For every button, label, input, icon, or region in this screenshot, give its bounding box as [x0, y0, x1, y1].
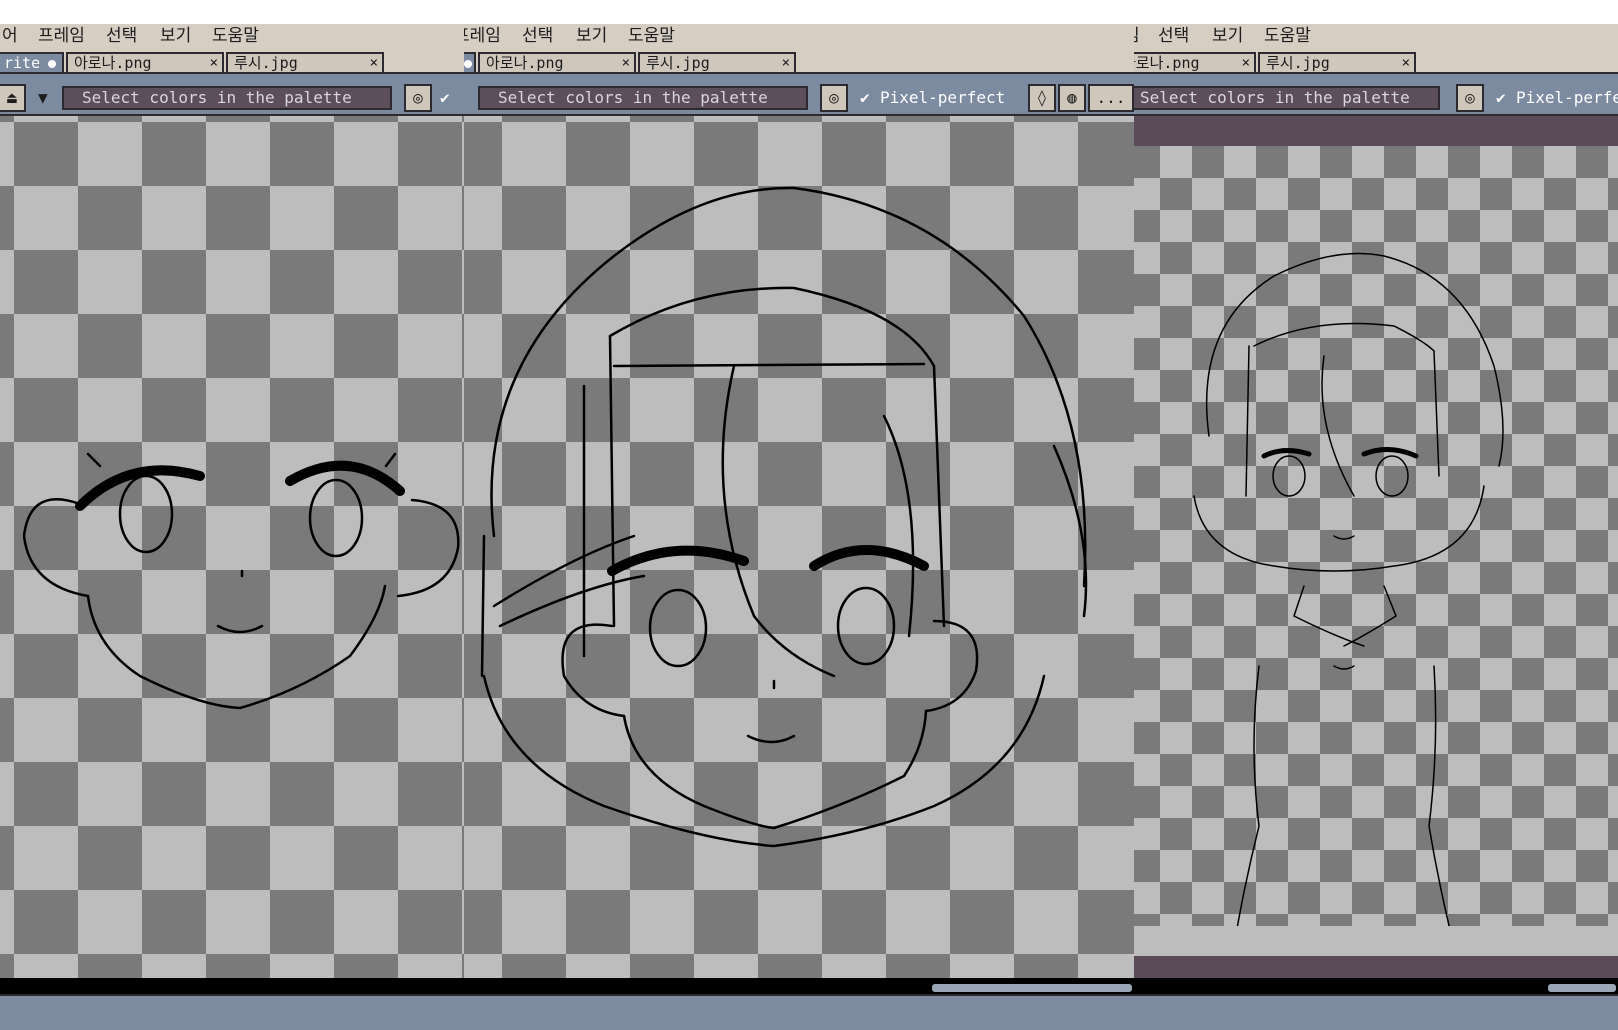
- menu-frame[interactable]: 프레임: [38, 24, 85, 48]
- tab-arona-png[interactable]: 아로나.png ×: [478, 52, 636, 72]
- zoom-icon[interactable]: ◎: [820, 84, 848, 112]
- editor-window-2: 프레임 선택 보기 도움말 아로나.png × 루시.jpg × ✔ Selec…: [464, 24, 1134, 986]
- tab-label: 아로나.png: [1134, 54, 1200, 72]
- horizontal-scrollbar[interactable]: [0, 978, 1618, 994]
- menu-frame[interactable]: 프레임: [464, 24, 501, 48]
- scrollbar-thumb[interactable]: [932, 984, 1132, 992]
- modified-dot-icon: [48, 60, 56, 68]
- check-icon[interactable]: ✔: [1496, 86, 1506, 110]
- menu-bar: 임 선택 보기 도움말: [1134, 24, 1618, 48]
- close-icon[interactable]: ×: [1402, 54, 1410, 72]
- palette-hint: Select colors in the palette: [478, 86, 808, 110]
- sprite-canvas[interactable]: [464, 116, 1134, 986]
- check-icon[interactable]: ✔: [440, 86, 450, 110]
- close-icon[interactable]: ×: [370, 54, 378, 72]
- menu-view[interactable]: 보기: [160, 24, 191, 48]
- more-options-button[interactable]: ...: [1088, 84, 1134, 112]
- tab-label: 루시.jpg: [234, 54, 298, 72]
- canvas-frame-top: [1134, 116, 1618, 146]
- face-sketch-eyes: [0, 116, 470, 986]
- tab-home[interactable]: [464, 52, 476, 72]
- zoom-icon[interactable]: ◎: [1456, 84, 1484, 112]
- zoom-icon[interactable]: ◎: [404, 84, 432, 112]
- tab-label: 아로나.png: [486, 54, 564, 72]
- close-icon[interactable]: ×: [1242, 54, 1250, 72]
- sprite-canvas[interactable]: [0, 116, 470, 986]
- tab-lucy-jpg[interactable]: 루시.jpg ×: [638, 52, 796, 72]
- tab-label: 루시.jpg: [646, 54, 710, 72]
- menu-bar: 어 프레임 선택 보기 도움말: [0, 24, 470, 48]
- close-icon[interactable]: ×: [622, 54, 630, 72]
- brush-options-icon[interactable]: ◍: [1058, 84, 1086, 112]
- chevron-down-icon[interactable]: ▼: [38, 86, 48, 110]
- status-bar: [0, 994, 1618, 1030]
- tab-label: 루시.jpg: [1266, 54, 1330, 72]
- check-icon[interactable]: ✔: [860, 86, 870, 110]
- symmetry-icon[interactable]: ◊: [1028, 84, 1056, 112]
- tab-arona-png[interactable]: 아로나.png ×: [66, 52, 224, 72]
- menu-view[interactable]: 보기: [1212, 24, 1243, 48]
- menu-view[interactable]: 보기: [576, 24, 607, 48]
- editor-window-1: 어 프레임 선택 보기 도움말 rite 아로나.png × 루시.jpg × …: [0, 24, 470, 986]
- menu-select[interactable]: 선택: [106, 24, 137, 48]
- editor-window-3: 임 선택 보기 도움말 아로나.png × 루시.jpg × Select co…: [1134, 24, 1618, 986]
- sprite-canvas[interactable]: [1134, 116, 1618, 986]
- tab-home[interactable]: rite: [0, 52, 64, 72]
- menu-help[interactable]: 도움말: [628, 24, 675, 48]
- scrollbar-thumb[interactable]: [1548, 984, 1616, 992]
- palette-hint: Select colors in the palette: [62, 86, 392, 110]
- menu-file[interactable]: 어: [2, 24, 18, 48]
- menu-help[interactable]: 도움말: [212, 24, 259, 48]
- pixel-perfect-label[interactable]: Pixel-perfect: [1516, 86, 1618, 110]
- tab-lucy-jpg[interactable]: 루시.jpg ×: [226, 52, 384, 72]
- close-icon[interactable]: ×: [782, 54, 790, 72]
- menu-frame[interactable]: 임: [1134, 24, 1140, 48]
- menu-bar: 프레임 선택 보기 도움말: [464, 24, 1134, 48]
- stamp-icon[interactable]: ⏏: [0, 84, 26, 112]
- tab-label: rite: [4, 54, 41, 72]
- menu-select[interactable]: 선택: [522, 24, 553, 48]
- pixel-perfect-label[interactable]: Pixel-perfect: [880, 86, 1005, 110]
- full-body-sketch: [1134, 146, 1618, 926]
- close-icon[interactable]: ×: [210, 54, 218, 72]
- face-sketch-with-hair: [464, 116, 1134, 986]
- menu-select[interactable]: 선택: [1158, 24, 1189, 48]
- tab-lucy-jpg[interactable]: 루시.jpg ×: [1258, 52, 1416, 72]
- tab-arona-png[interactable]: 아로나.png ×: [1134, 52, 1256, 72]
- screen-top-margin: [0, 0, 1618, 24]
- palette-hint: Select colors in the palette: [1134, 86, 1440, 110]
- modified-dot-icon: [464, 60, 472, 68]
- menu-help[interactable]: 도움말: [1264, 24, 1311, 48]
- tab-label: 아로나.png: [74, 54, 152, 72]
